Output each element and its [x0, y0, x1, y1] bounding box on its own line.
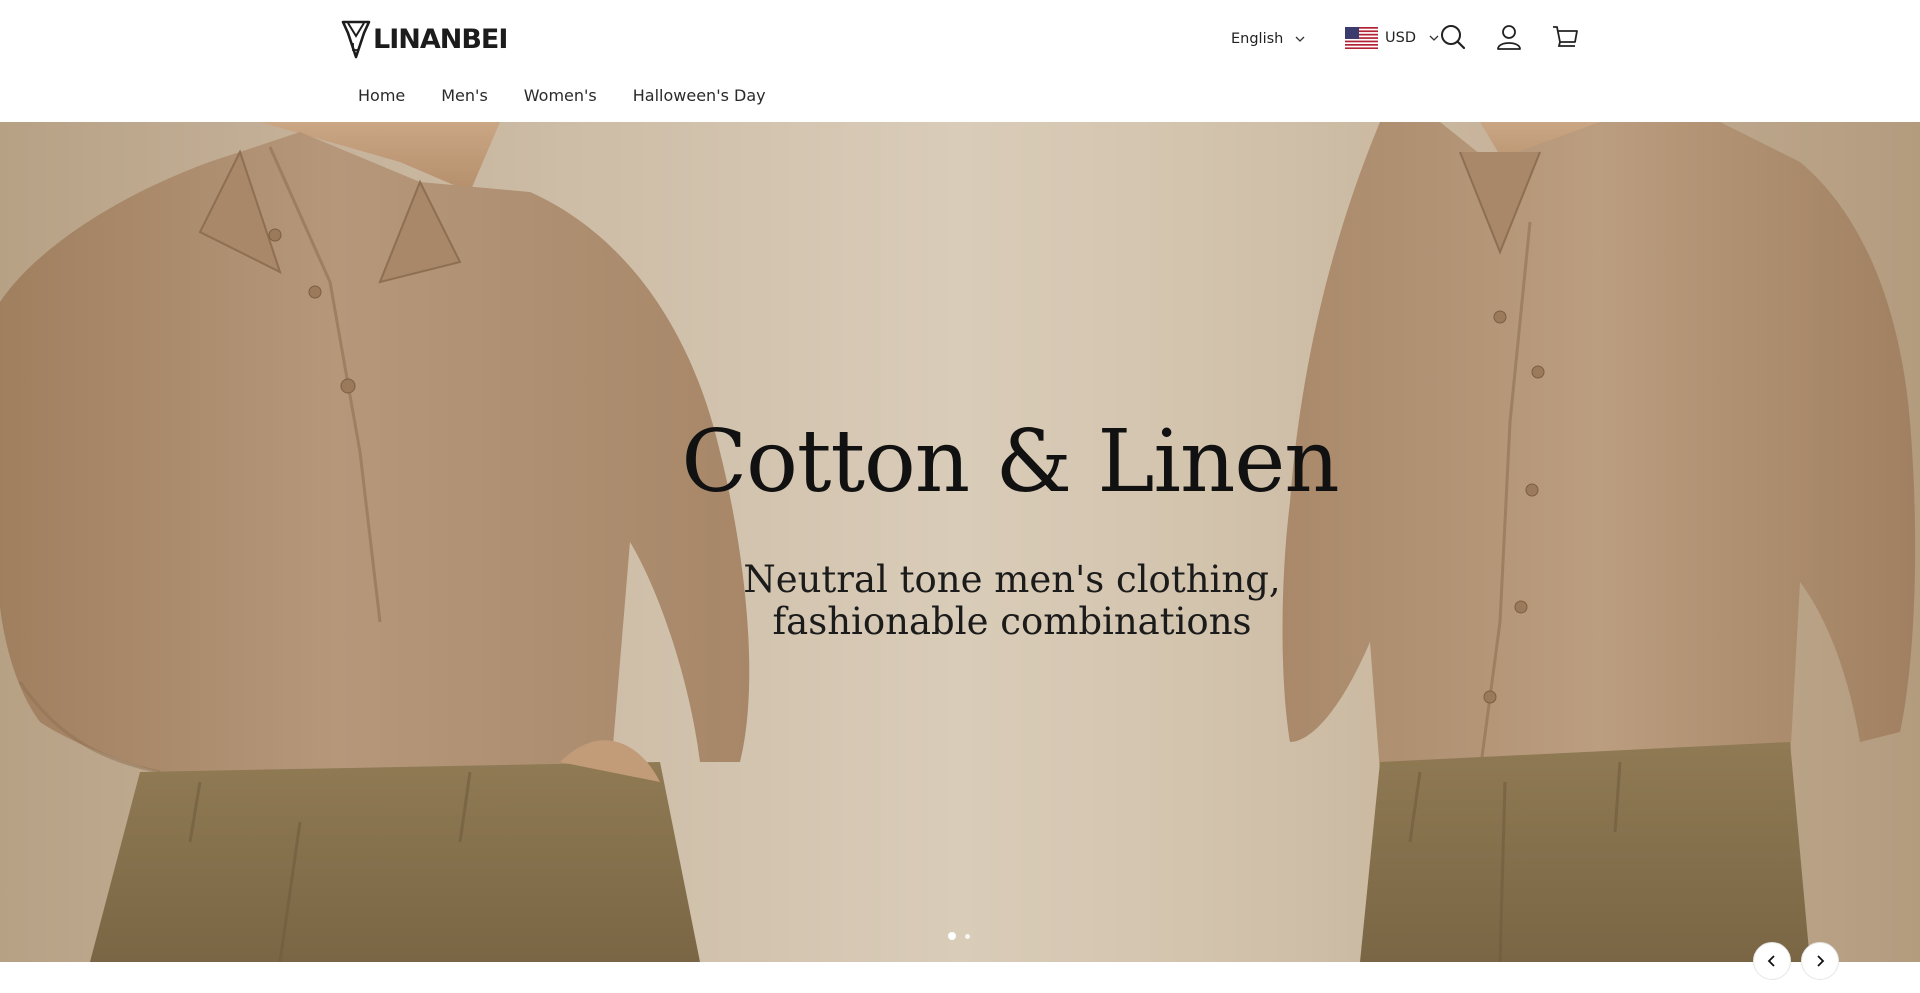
hero-banner: Cotton & Linen Neutral tone men's clothi… — [0, 122, 1920, 962]
hero-subtitle-line-2: fashionable combinations — [772, 600, 1252, 643]
account-button[interactable] — [1494, 22, 1524, 52]
us-flag-icon — [1345, 27, 1378, 49]
language-label: English — [1231, 31, 1284, 47]
site-header: LINANBEI English USD Home Men's Women's … — [0, 0, 1920, 122]
slide-prev-button[interactable] — [1753, 942, 1791, 980]
currency-label: USD — [1385, 30, 1416, 46]
hero-title: Cotton & Linen — [681, 412, 1339, 512]
slide-dot-1[interactable] — [948, 932, 956, 940]
chevron-left-icon — [1767, 955, 1775, 967]
cart-icon — [1553, 26, 1578, 47]
cart-button[interactable] — [1550, 22, 1580, 52]
brand-logo[interactable]: LINANBEI — [340, 18, 508, 60]
logo-mark-icon — [341, 20, 371, 59]
nav-item-mens[interactable]: Men's — [423, 86, 506, 105]
brand-name: LINANBEI — [373, 23, 508, 55]
hero-subtitle-line-1: Neutral tone men's clothing, — [743, 558, 1281, 601]
account-icon — [1497, 25, 1521, 50]
slide-dot-2[interactable] — [965, 933, 970, 939]
main-nav: Home Men's Women's Halloween's Day — [340, 80, 784, 110]
slide-indicators — [948, 932, 979, 940]
currency-selector[interactable]: USD — [1345, 26, 1439, 50]
slide-next-button[interactable] — [1801, 942, 1839, 980]
nav-item-home[interactable]: Home — [340, 86, 423, 105]
nav-item-halloween[interactable]: Halloween's Day — [615, 86, 784, 105]
language-selector[interactable]: English — [1231, 28, 1305, 50]
nav-item-womens[interactable]: Women's — [506, 86, 615, 105]
hero-text: Cotton & Linen Neutral tone men's clothi… — [0, 122, 1920, 962]
hero-subtitle: Neutral tone men's clothing, fashionable… — [0, 559, 1920, 643]
search-icon — [1441, 25, 1466, 50]
chevron-down-icon — [1295, 36, 1305, 42]
search-button[interactable] — [1438, 22, 1468, 52]
chevron-right-icon — [1817, 955, 1825, 967]
